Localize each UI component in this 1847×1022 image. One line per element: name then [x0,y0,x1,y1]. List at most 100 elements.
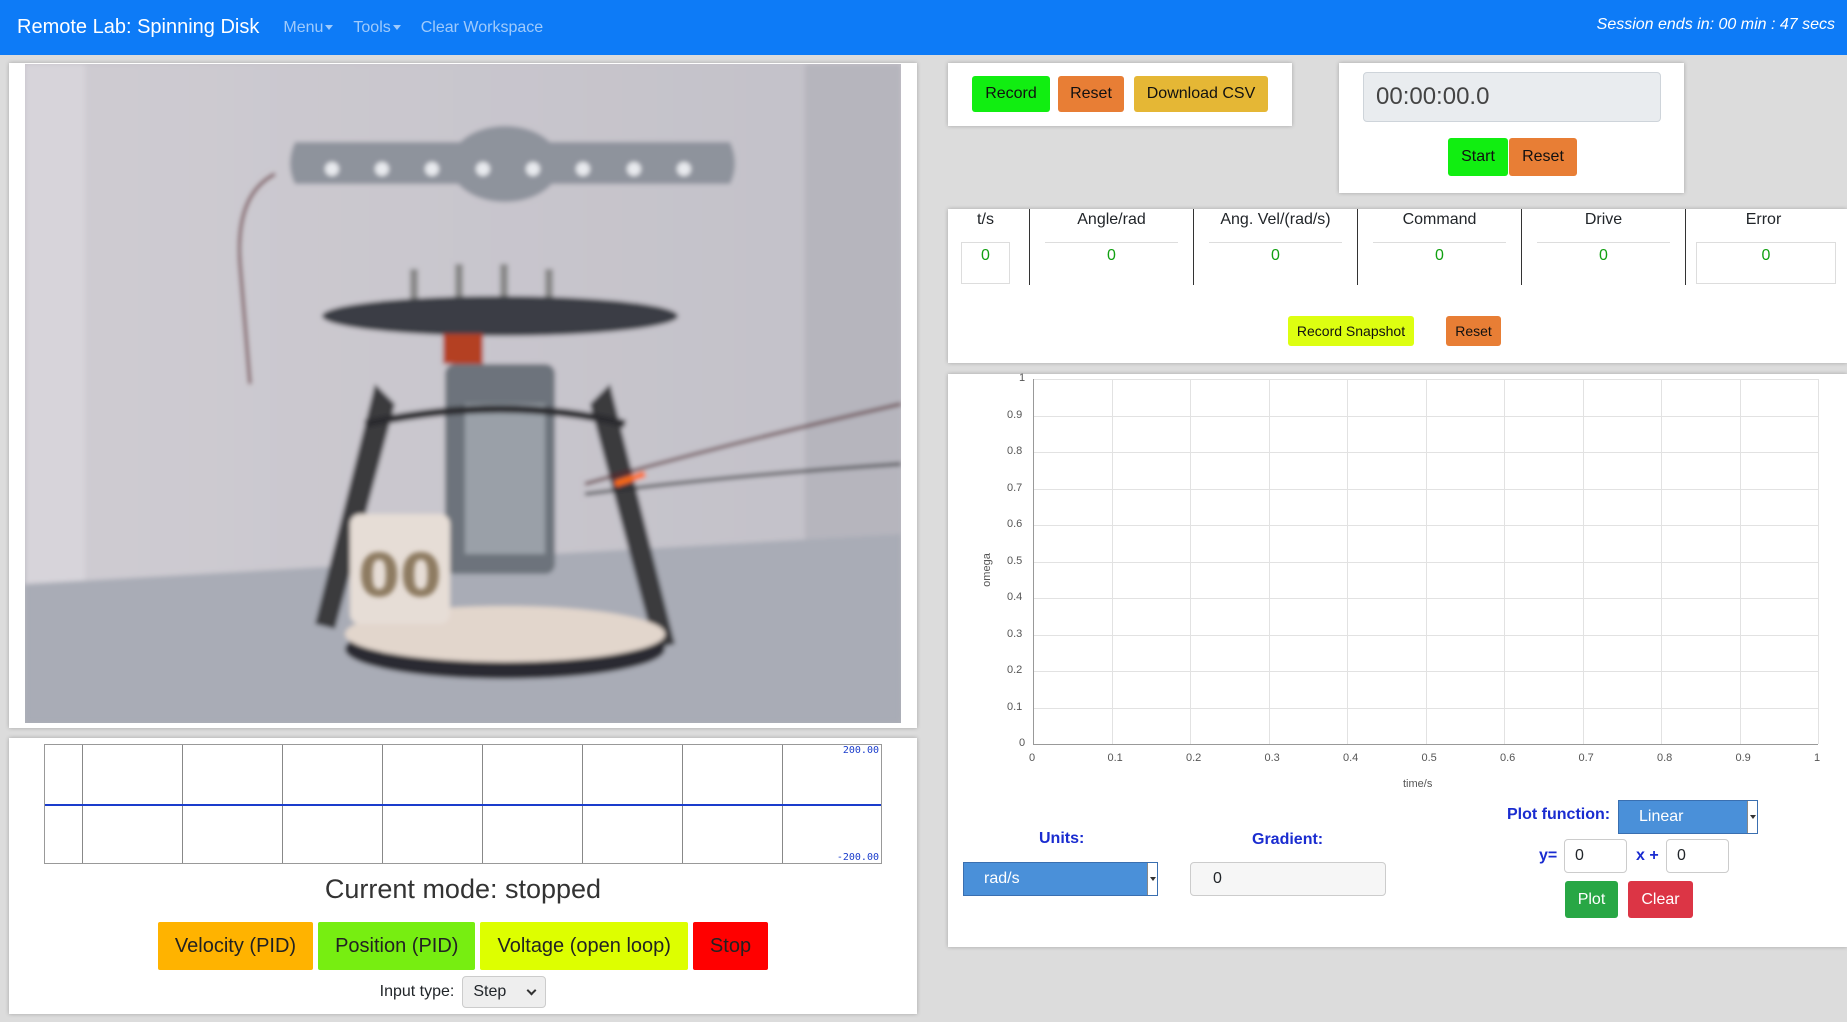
y-gridline [1033,379,1818,380]
gradient-value: 0 [1213,870,1222,887]
strip-max-label: 200.00 [842,745,879,756]
chevron-down-icon [526,985,537,995]
time-value: 0 [961,242,1010,284]
graph-panel: time/s omega Units: rad/s Gradient: 0 Pl… [948,372,1847,947]
record-snapshot-button[interactable]: Record Snapshot [1288,316,1414,346]
input-type-value: Step [473,983,507,1000]
plot-button[interactable]: Plot [1565,881,1618,918]
clear-plot-button[interactable]: Clear [1628,881,1693,918]
input-type-row: Input type: Step [9,976,917,1008]
plot-function-select[interactable]: Linear [1618,800,1758,834]
disk-label-text: 00 [358,541,442,611]
gradient-output: 0 [1190,862,1386,896]
video-panel: 00 [9,63,917,728]
x-tick-label: 0.8 [1657,752,1673,764]
intercept-input[interactable]: 0 [1666,839,1729,873]
column-header: Ang. Vel/(rad/s) [1220,211,1331,228]
y-gridline [1033,561,1818,563]
y-axis-label: omega [980,553,993,587]
data-readout-panel: t/s 0 Angle/rad 0 Ang. Vel/(rad/s) 0 Com… [948,209,1847,363]
y-gridline [1033,525,1818,526]
command-value: 0 [1373,242,1506,284]
control-panel: 200.00 -200.00 Current mode: stopped Vel… [9,738,917,1014]
menu-dropdown[interactable]: Menu [283,18,334,37]
input-type-label: Input type: [379,983,455,1000]
session-timer: Session ends in: 00 min : 47 secs [1596,16,1835,33]
video-stream: 00 [25,64,901,723]
y-tick-label: 0.5 [1007,554,1023,567]
y-gridline [1033,598,1818,599]
omega-time-chart [1033,379,1819,745]
strip-min-label: -200.00 [836,852,879,863]
stopwatch-display: 00:00:00.0 [1363,72,1661,122]
clear-workspace-link[interactable]: Clear Workspace [421,19,543,37]
y-gridline [1033,452,1818,453]
x-tick-label: 0.9 [1735,752,1751,764]
gradient-input[interactable]: 0 [1564,839,1627,873]
column-header: Angle/rad [1077,211,1146,228]
y-tick-label: 0.7 [1007,481,1023,494]
units-label: Units: [1039,830,1085,847]
dropdown-arrow-icon [1747,801,1757,833]
angle-value: 0 [1045,242,1178,284]
voltage-open-loop-button[interactable]: Voltage (open loop) [480,922,688,970]
column-error: Error 0 [1686,209,1841,285]
y-tick-label: 0.9 [1007,408,1023,421]
menu-label: Menu [283,18,324,36]
plot-function-value: Linear [1639,808,1684,825]
position-pid-button[interactable]: Position (PID) [318,922,476,970]
record-panel: Record Reset Download CSV [948,63,1292,126]
caret-down-icon [392,24,401,30]
spinning-disk-apparatus-image: 00 [25,64,901,723]
dropdown-arrow-icon [1147,863,1157,895]
strip-chart: 200.00 -200.00 [44,744,882,864]
x-tick-label: 0.6 [1500,752,1516,764]
brand-title[interactable]: Remote Lab: Spinning Disk [17,16,259,39]
intercept-input-value: 0 [1677,847,1686,864]
download-csv-button[interactable]: Download CSV [1134,76,1268,112]
stopwatch-reset-button[interactable]: Reset [1509,138,1577,176]
input-type-select[interactable]: Step [462,976,547,1008]
y-axis-line [1033,379,1034,744]
units-value: rad/s [984,870,1020,887]
column-command: Command 0 [1358,209,1521,285]
record-button[interactable]: Record [972,76,1050,112]
y-tick-label: 0.2 [1007,664,1023,676]
y-tick-label: 0.4 [1007,591,1023,603]
mode-button-group: Velocity (PID) Position (PID) Voltage (o… [9,922,917,970]
column-header: Drive [1584,211,1623,228]
y-tick-label: 0.8 [1007,445,1023,457]
y-tick-label: 0 [1019,737,1026,749]
y-gridline [1033,634,1818,636]
y-tick-label: 0.1 [1007,700,1023,713]
tools-dropdown[interactable]: Tools [353,18,401,37]
x-tick-label: 0.3 [1264,752,1280,764]
error-value: 0 [1696,242,1836,284]
strip-signal-line [45,804,881,806]
y-gridline [1033,707,1818,709]
y-equals-label: y= [1539,847,1558,864]
column-time: t/s 0 [958,209,1013,285]
stopwatch-start-button[interactable]: Start [1448,138,1508,176]
gradient-label: Gradient: [1252,831,1324,848]
column-header: Error [1745,211,1782,228]
column-angle: Angle/rad 0 [1030,209,1193,285]
x-tick-label: 0.7 [1578,752,1594,764]
y-gridline [1033,415,1818,417]
y-tick-label: 0.3 [1007,627,1023,640]
tools-label: Tools [353,18,391,36]
x-axis-label: time/s [1403,778,1433,790]
y-gridline [1033,671,1818,672]
column-header: t/s [977,211,994,228]
stop-button[interactable]: Stop [692,922,769,970]
y-gridline [1033,488,1818,490]
x-axis-line [1033,744,1818,745]
snapshot-reset-button[interactable]: Reset [1446,316,1501,346]
record-reset-button[interactable]: Reset [1058,76,1124,112]
x-plus-label: x + [1636,847,1659,864]
velocity-pid-button[interactable]: Velocity (PID) [157,922,314,970]
x-tick-label: 0.2 [1186,752,1202,764]
stopwatch-panel: 00:00:00.0 Start Reset [1339,63,1684,193]
units-select[interactable]: rad/s [963,862,1158,896]
x-tick-label: 0 [1029,752,1036,764]
